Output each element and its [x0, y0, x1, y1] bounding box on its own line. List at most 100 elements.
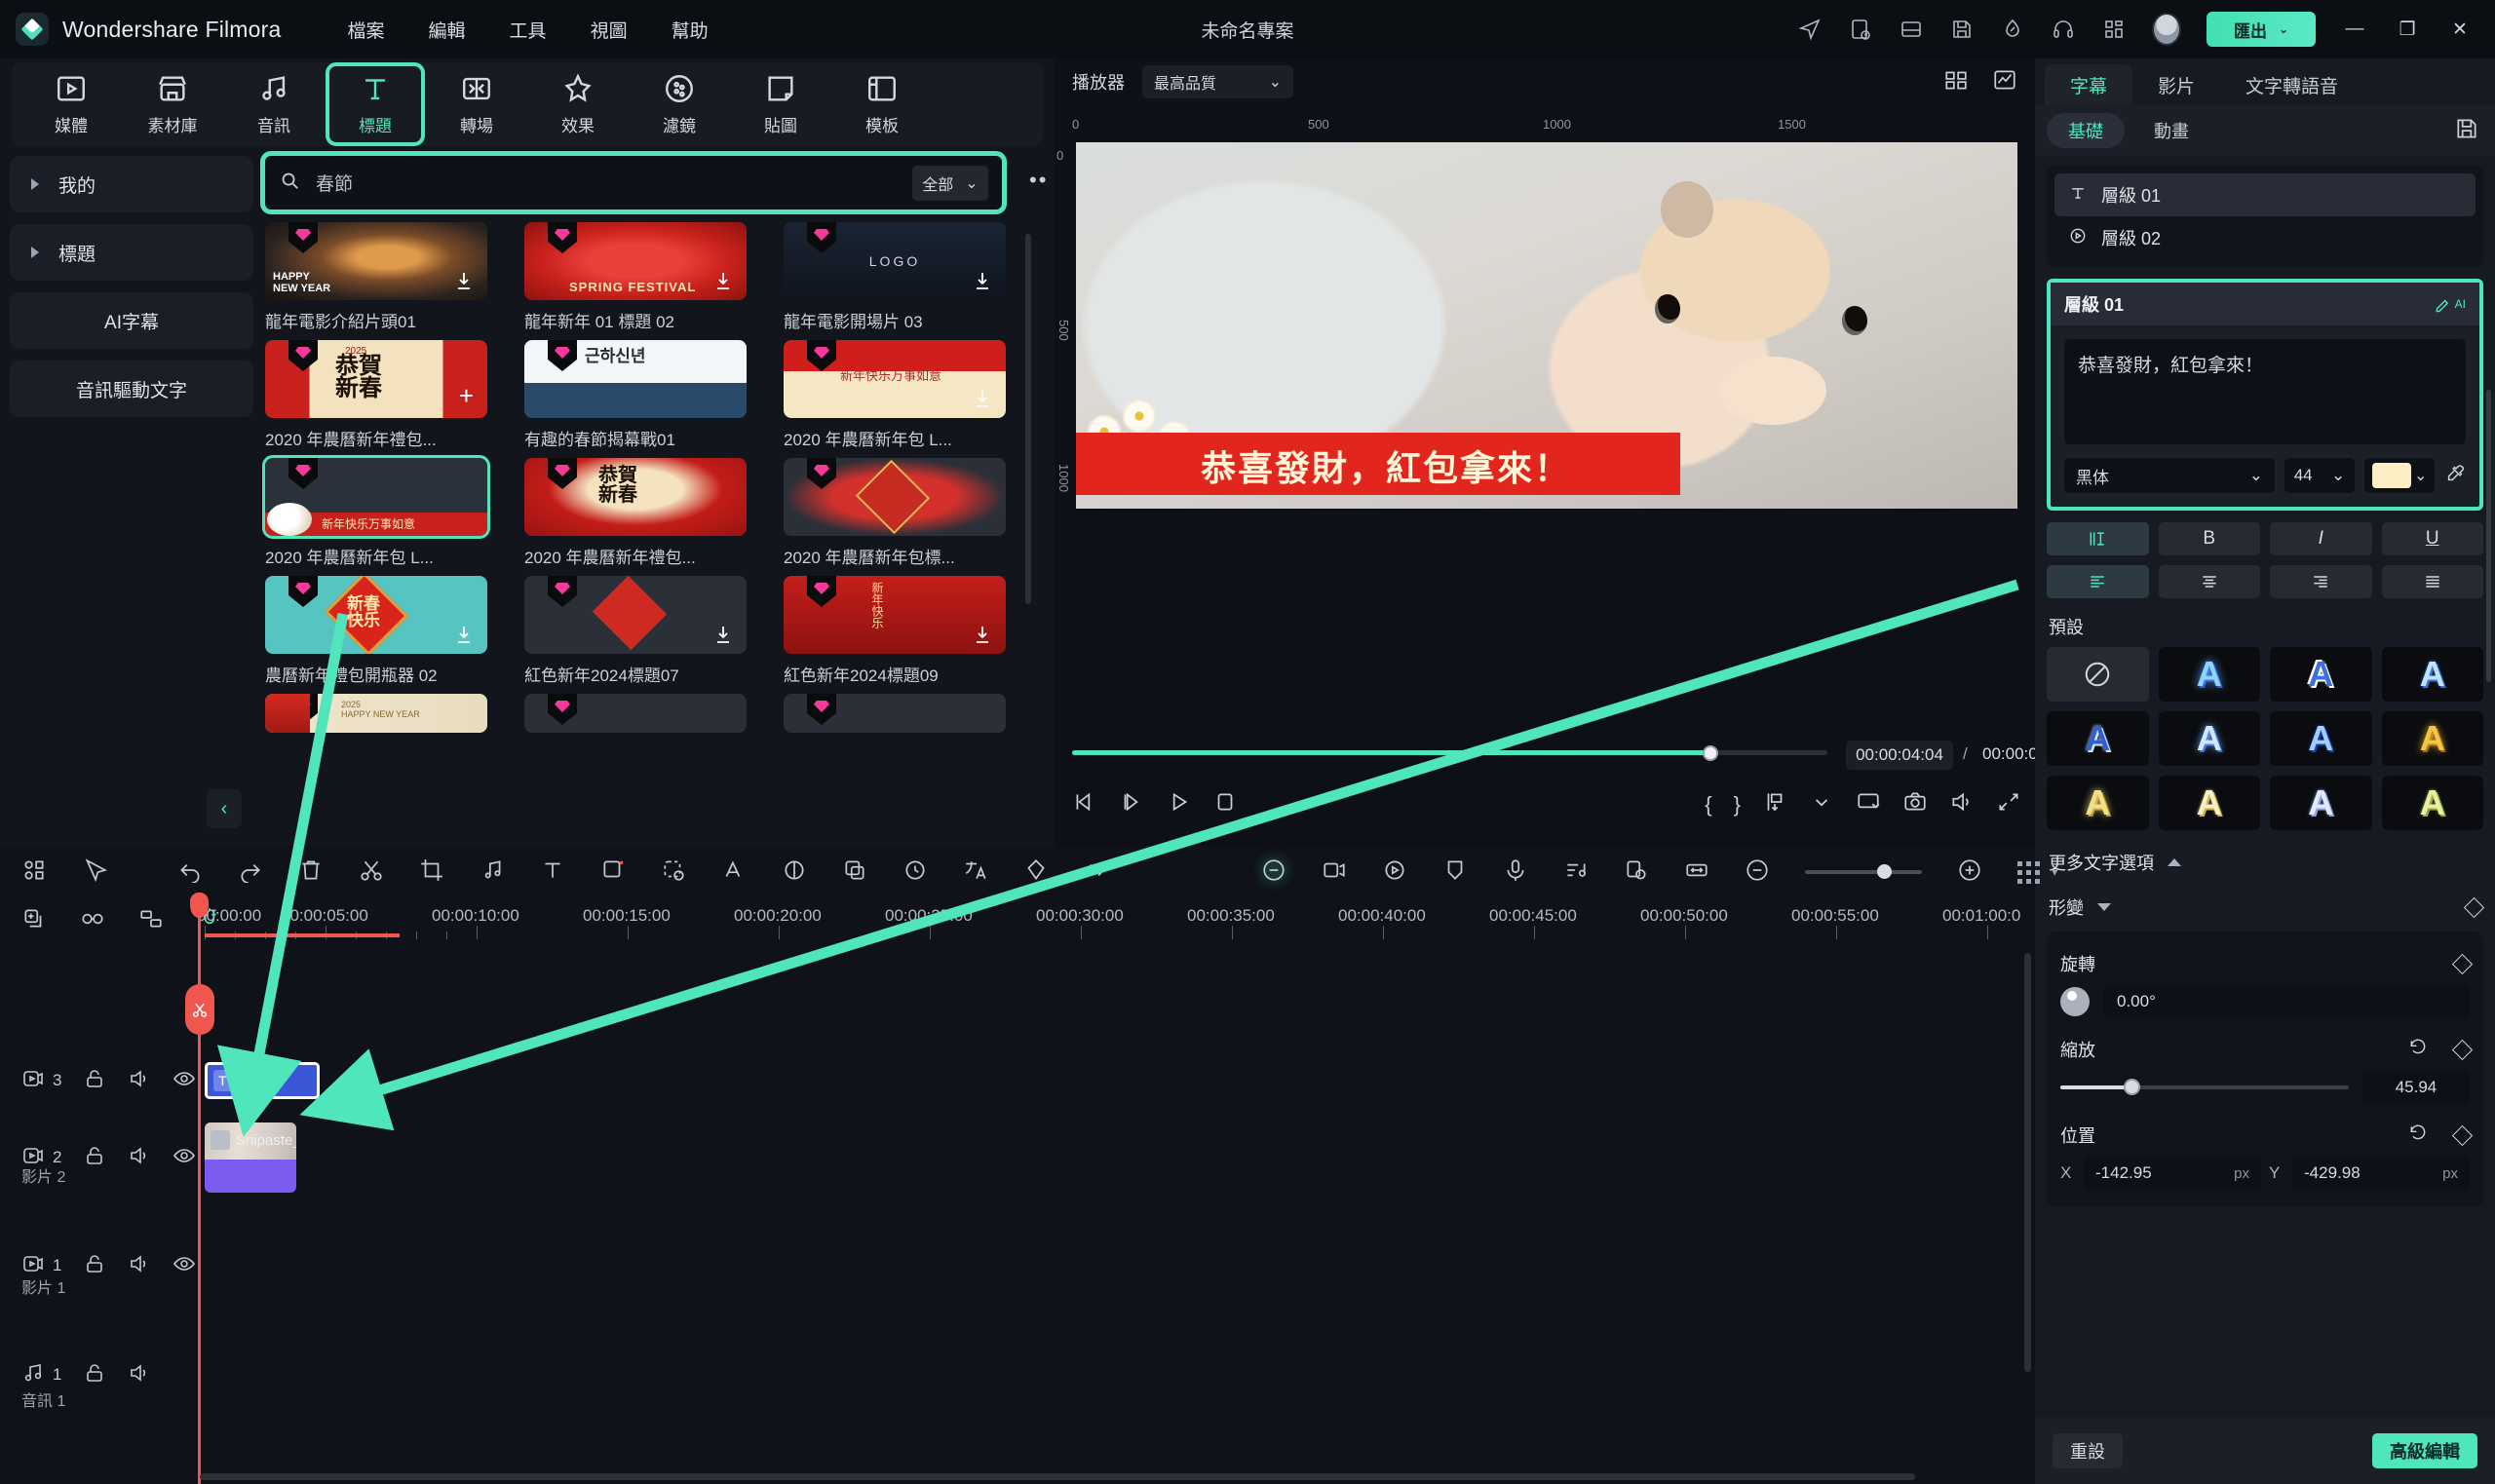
speed-icon[interactable] [902, 857, 928, 888]
library-scrollbar[interactable] [1025, 234, 1031, 604]
fit-icon[interactable] [1684, 857, 1709, 888]
preset-item[interactable]: A [2381, 776, 2483, 830]
keyframe-diamond-icon[interactable] [2451, 953, 2474, 974]
advanced-edit-button[interactable]: 高級編輯 [2372, 1433, 2477, 1468]
mute-icon[interactable] [128, 1252, 151, 1280]
grid-icon[interactable] [1943, 67, 1969, 97]
tab-transition[interactable]: 轉場 [431, 66, 522, 142]
timeline-clip-text[interactable]: T 恭喜發財，... [205, 1062, 320, 1099]
layer-item-01[interactable]: 層級 01 [2054, 173, 2476, 216]
keyframe-icon[interactable] [661, 857, 686, 888]
template-card[interactable]: 新春 快乐 農曆新年禮包開瓶器 02 [265, 576, 487, 686]
download-icon[interactable] [452, 269, 476, 292]
rotation-dial[interactable] [2060, 987, 2090, 1016]
scale-reset-icon[interactable] [2408, 1038, 2428, 1062]
group-icon[interactable] [138, 906, 164, 936]
fullscreen-icon[interactable] [1996, 789, 2021, 819]
avatar[interactable] [2152, 13, 2181, 46]
mute-icon[interactable] [128, 1067, 151, 1095]
preset-item[interactable]: A [2381, 647, 2483, 702]
save-icon[interactable] [1949, 17, 1975, 42]
template-card[interactable] [784, 694, 1006, 733]
spacing-button[interactable] [2047, 522, 2149, 555]
more-text-options-toggle[interactable]: 更多文字選項 [2035, 830, 2495, 881]
download-icon[interactable] [971, 269, 994, 292]
color-icon[interactable] [782, 857, 807, 888]
keyframe-diamond-icon[interactable] [2451, 1124, 2474, 1146]
lock-icon[interactable] [83, 1067, 106, 1095]
headset-icon[interactable] [2051, 17, 2076, 42]
search-more-options[interactable]: •• [1029, 168, 1048, 193]
subtab-animation[interactable]: 動畫 [2132, 113, 2210, 148]
ai-edit-button[interactable]: AI [2434, 294, 2466, 314]
align-justify-button[interactable] [2381, 565, 2483, 598]
download-icon[interactable] [711, 623, 735, 646]
next-frame-icon[interactable] [1119, 789, 1144, 819]
menu-file[interactable]: 檔案 [348, 17, 385, 43]
preset-item[interactable]: A [2158, 776, 2260, 830]
download-icon[interactable] [711, 269, 735, 292]
chevron-down-icon[interactable]: ▾ [2052, 864, 2058, 880]
duplicate-icon[interactable] [21, 906, 47, 936]
preset-item[interactable]: A [2381, 711, 2483, 766]
window-maximize-button[interactable]: ❐ [2394, 16, 2421, 43]
save-preset-icon[interactable] [2454, 116, 2479, 146]
category-title[interactable]: 標題 [10, 224, 253, 281]
more-icon[interactable] [1084, 857, 1109, 888]
tab-audio[interactable]: 音訊 [228, 66, 320, 142]
title-text-banner[interactable]: 恭喜發財，紅包拿來！ [1076, 433, 1680, 495]
send-icon[interactable] [1797, 17, 1823, 42]
tab-filter[interactable]: 濾鏡 [633, 66, 725, 142]
chevron-down-icon[interactable] [1809, 789, 1834, 819]
search-input[interactable]: 春節 [316, 170, 912, 196]
tab-media[interactable]: 媒體 [25, 66, 117, 142]
layout-icon[interactable] [1899, 17, 1924, 42]
tab-stock[interactable]: 素材庫 [127, 66, 218, 142]
template-card-selected[interactable]: 新年快乐万事如意 2020 年農曆新年包 L... [262, 455, 490, 568]
mask-tool-icon[interactable] [1624, 857, 1649, 888]
italic-button[interactable]: I [2270, 522, 2372, 555]
template-card[interactable]: 新年快乐万事如意 2020 年農曆新年包 L... [784, 340, 1006, 450]
screen-icon[interactable] [1856, 789, 1881, 819]
beat-icon[interactable] [1563, 857, 1589, 888]
playhead-handle[interactable] [190, 893, 209, 918]
timeline-zoom-slider[interactable] [1805, 864, 1922, 879]
position-x-input[interactable]: -142.95 px [2084, 1158, 2261, 1189]
zoom-in-button[interactable] [1957, 857, 1982, 888]
window-close-button[interactable]: ✕ [2446, 16, 2474, 43]
tab-video[interactable]: 影片 [2132, 64, 2220, 105]
keyframe-diamond-icon[interactable] [2451, 1039, 2474, 1060]
prev-frame-icon[interactable] [1072, 789, 1097, 819]
history-icon[interactable] [1848, 17, 1873, 42]
redo-icon[interactable] [238, 857, 263, 888]
ai-text-icon[interactable] [721, 857, 747, 888]
export-button[interactable]: 匯出 ⌄ [2207, 12, 2316, 47]
cloud-icon[interactable] [2000, 17, 2025, 42]
timeline-clip-video[interactable]: Snipaste_2... [205, 1123, 296, 1193]
split-icon[interactable] [359, 857, 384, 888]
snapshot-icon[interactable] [1902, 789, 1928, 819]
play-icon[interactable] [1166, 789, 1191, 819]
preset-item[interactable]: A [2158, 711, 2260, 766]
quality-select[interactable]: 最高品質 ⌄ [1142, 65, 1293, 98]
library-collapse-button[interactable]: ‹ [207, 789, 242, 828]
current-timecode[interactable]: 00:00:04:04 [1846, 741, 1953, 770]
layer-item-02[interactable]: 層級 02 [2054, 216, 2476, 259]
align-left-button[interactable] [2047, 565, 2149, 598]
lock-icon[interactable] [83, 1252, 106, 1280]
download-icon[interactable] [971, 387, 994, 410]
translate-icon[interactable] [963, 857, 988, 888]
tab-tts[interactable]: 文字轉語音 [2220, 64, 2363, 105]
scale-value[interactable]: 45.94 [2362, 1072, 2470, 1103]
mute-icon[interactable] [128, 1361, 151, 1389]
visibility-icon[interactable] [173, 1144, 196, 1172]
eyedropper-icon[interactable] [2444, 463, 2466, 489]
menu-view[interactable]: 視圖 [591, 17, 628, 43]
add-icon[interactable]: + [459, 383, 474, 408]
align-center-button[interactable] [2158, 565, 2260, 598]
template-card[interactable]: 紅色新年2024標題07 [524, 576, 747, 686]
menu-edit[interactable]: 編輯 [429, 17, 466, 43]
mute-icon[interactable] [128, 1144, 151, 1172]
motion-icon[interactable] [1382, 857, 1407, 888]
template-card[interactable] [524, 694, 747, 733]
